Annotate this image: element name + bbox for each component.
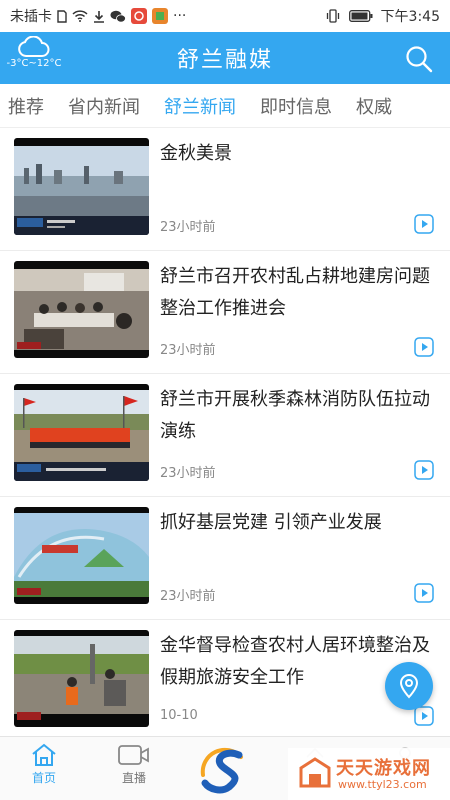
list-item[interactable]: 金秋美景 23小时前 <box>0 128 450 251</box>
list-item[interactable]: 抓好基层党建 引领产业发展 23小时前 <box>0 497 450 620</box>
news-title[interactable]: 舒兰市开展秋季森林消防队伍拉动演练 <box>160 384 430 448</box>
vibrate-icon <box>325 9 341 23</box>
search-button[interactable] <box>404 44 434 74</box>
news-time: 10-10 <box>160 708 198 723</box>
play-video-button[interactable] <box>414 706 434 726</box>
tab-recommend[interactable]: 推荐 <box>0 93 56 119</box>
tab-province-news[interactable]: 省内新闻 <box>56 93 152 119</box>
site-watermark: 天天游戏网 www.ttyl23.com <box>288 748 450 800</box>
tab-authority[interactable]: 权威 <box>344 93 404 119</box>
news-list: 金秋美景 23小时前 舒兰市召开农村乱占耕地建房问题整治工作推进会 23小时前 <box>0 128 450 736</box>
watermark-logo-icon <box>299 757 331 788</box>
play-video-button[interactable] <box>414 583 434 603</box>
more-icon: ··· <box>173 8 187 24</box>
status-time: 下午3:45 <box>380 9 440 25</box>
home-icon <box>32 743 56 766</box>
status-bar: 未插卡 ··· 下午3:45 <box>0 0 450 32</box>
weather-widget[interactable]: -3°C~12°C <box>4 36 64 69</box>
app-badge-icon <box>152 8 168 24</box>
play-icon <box>414 460 434 480</box>
carrier-text: 未插卡 <box>10 9 52 25</box>
news-time: 23小时前 <box>160 220 216 235</box>
battery-icon <box>348 10 373 22</box>
location-pin-icon <box>399 674 419 699</box>
news-title[interactable]: 舒兰市召开农村乱占耕地建房问题整治工作推进会 <box>160 261 430 325</box>
news-title[interactable]: 抓好基层党建 引领产业发展 <box>160 507 430 539</box>
play-icon <box>414 583 434 603</box>
play-video-button[interactable] <box>414 337 434 357</box>
play-icon <box>414 706 434 726</box>
nav-live[interactable]: 直播 <box>104 743 164 786</box>
search-icon <box>406 46 433 73</box>
location-button[interactable] <box>385 662 433 710</box>
wifi-icon <box>72 10 88 22</box>
cloud-icon <box>18 36 50 57</box>
video-camera-icon <box>118 745 149 765</box>
meeting-room-thumbnail <box>14 261 149 358</box>
nav-home-label: 首页 <box>31 771 56 785</box>
weather-temperature: -3°C~12°C <box>6 58 62 69</box>
list-item[interactable]: 舒兰市开展秋季森林消防队伍拉动演练 23小时前 <box>0 374 450 497</box>
download-icon <box>93 10 105 23</box>
nav-home[interactable]: 首页 <box>14 743 74 786</box>
list-item[interactable]: 金华督导检查农村人居环境整治及假期旅游安全工作 10-10 <box>0 620 450 736</box>
tab-shulan-news[interactable]: 舒兰新闻 <box>152 93 248 119</box>
news-time: 23小时前 <box>160 343 216 358</box>
play-video-button[interactable] <box>414 460 434 480</box>
news-time: 23小时前 <box>160 466 216 481</box>
list-item[interactable]: 舒兰市召开农村乱占耕地建房问题整治工作推进会 23小时前 <box>0 251 450 374</box>
app-logo-icon <box>200 747 243 794</box>
watermark-url: www.ttyl23.com <box>338 778 427 791</box>
app-header: -3°C~12°C 舒兰融媒 <box>0 32 450 84</box>
play-icon <box>414 214 434 234</box>
greenhouse-thumbnail <box>14 507 149 604</box>
sim-card-icon <box>57 9 67 23</box>
app-title: 舒兰融媒 <box>176 48 273 73</box>
news-title[interactable]: 金秋美景 <box>160 138 430 170</box>
watermark-text: 天天游戏网 <box>336 758 431 779</box>
tab-instant-info[interactable]: 即时信息 <box>248 93 344 119</box>
app-logo-button[interactable] <box>195 741 255 797</box>
firefighters-drill-thumbnail <box>14 384 149 481</box>
category-tabs: 推荐 省内新闻 舒兰新闻 即时信息 权威 <box>0 84 450 128</box>
wechat-icon <box>110 10 126 23</box>
news-time: 23小时前 <box>160 589 216 604</box>
nav-live-label: 直播 <box>121 771 146 785</box>
autumn-scene-thumbnail <box>14 138 149 235</box>
play-icon <box>414 337 434 357</box>
app-badge-icon <box>131 8 147 24</box>
play-video-button[interactable] <box>414 214 434 234</box>
inspection-thumbnail <box>14 630 149 727</box>
